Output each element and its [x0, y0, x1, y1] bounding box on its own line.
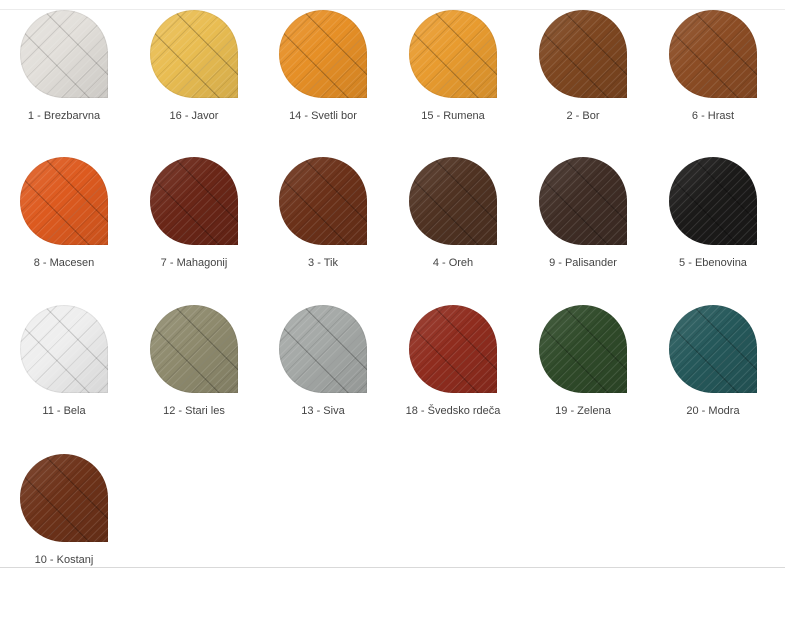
swatch-color-sample — [409, 305, 497, 393]
color-swatch[interactable]: 12 - Stari les — [130, 305, 260, 425]
wood-grain-texture — [539, 10, 627, 98]
color-swatch[interactable]: 10 - Kostanj — [0, 454, 130, 574]
wood-grain-texture — [669, 305, 757, 393]
wood-grain-texture — [409, 10, 497, 98]
swatch-label: 18 - Švedsko rdeča — [405, 405, 501, 417]
swatch-label: 16 - Javor — [169, 110, 219, 122]
wood-grain-texture — [20, 10, 108, 98]
wood-grain-texture — [279, 157, 367, 245]
swatch-label: 9 - Palisander — [549, 257, 617, 269]
color-swatch[interactable]: 18 - Švedsko rdeča — [389, 305, 519, 425]
swatch-label: 10 - Kostanj — [34, 554, 94, 566]
swatch-label: 5 - Ebenovina — [679, 257, 747, 269]
color-swatch[interactable]: 15 - Rumena — [389, 10, 519, 130]
color-swatch[interactable]: 19 - Zelena — [519, 305, 649, 425]
color-swatch[interactable]: 16 - Javor — [130, 10, 260, 130]
wood-grain-texture — [539, 157, 627, 245]
wood-grain-texture — [20, 157, 108, 245]
swatch-color-sample — [279, 157, 367, 245]
swatch-label: 2 - Bor — [566, 110, 600, 122]
swatch-label: 14 - Svetli bor — [289, 110, 357, 122]
swatch-color-sample — [669, 305, 757, 393]
swatch-color-sample — [279, 10, 367, 98]
color-swatch[interactable]: 8 - Macesen — [0, 157, 130, 277]
color-swatch[interactable]: 5 - Ebenovina — [649, 157, 779, 277]
swatch-color-sample — [409, 157, 497, 245]
color-swatch[interactable]: 1 - Brezbarvna — [0, 10, 130, 130]
swatch-color-sample — [20, 305, 108, 393]
page: 1 - Brezbarvna 16 - Javor 14 - Svetli bor 1… — [0, 0, 785, 617]
wood-grain-texture — [150, 305, 238, 393]
swatch-color-sample — [20, 157, 108, 245]
swatch-color-sample — [150, 305, 238, 393]
wood-grain-texture — [150, 10, 238, 98]
color-swatch[interactable]: 3 - Tik — [259, 157, 389, 277]
swatch-label: 11 - Bela — [42, 405, 86, 417]
swatch-color-sample — [539, 305, 627, 393]
wood-grain-texture — [20, 305, 108, 393]
swatch-label: 13 - Siva — [301, 405, 345, 417]
color-swatch[interactable]: 7 - Mahagonij — [130, 157, 260, 277]
color-swatch[interactable]: 4 - Oreh — [389, 157, 519, 277]
color-swatch[interactable]: 13 - Siva — [259, 305, 389, 425]
swatch-label: 8 - Macesen — [33, 257, 95, 269]
wood-grain-texture — [20, 454, 108, 542]
swatch-label: 1 - Brezbarvna — [27, 110, 101, 122]
color-swatch[interactable]: 9 - Palisander — [519, 157, 649, 277]
color-swatch[interactable]: 6 - Hrast — [649, 10, 779, 130]
color-swatch[interactable]: 20 - Modra — [649, 305, 779, 425]
color-swatch[interactable]: 14 - Svetli bor — [259, 10, 389, 130]
wood-grain-texture — [279, 305, 367, 393]
swatch-label: 7 - Mahagonij — [160, 257, 228, 269]
swatch-color-sample — [150, 10, 238, 98]
swatch-color-sample — [539, 10, 627, 98]
color-swatch[interactable]: 11 - Bela — [0, 305, 130, 425]
swatch-label: 6 - Hrast — [691, 110, 735, 122]
wood-grain-texture — [409, 305, 497, 393]
swatch-label: 20 - Modra — [686, 405, 740, 417]
wood-grain-texture — [409, 157, 497, 245]
wood-grain-texture — [669, 157, 757, 245]
swatch-label: 4 - Oreh — [432, 257, 474, 269]
swatch-color-sample — [279, 305, 367, 393]
swatch-color-sample — [20, 454, 108, 542]
swatch-label: 15 - Rumena — [421, 110, 485, 122]
bottom-divider — [0, 567, 785, 568]
swatch-label: 3 - Tik — [308, 257, 338, 269]
swatch-color-sample — [539, 157, 627, 245]
color-swatch-grid: 1 - Brezbarvna 16 - Javor 14 - Svetli bor 1… — [0, 0, 785, 570]
swatch-color-sample — [409, 10, 497, 98]
swatch-color-sample — [669, 157, 757, 245]
color-swatch[interactable]: 2 - Bor — [519, 10, 649, 130]
swatch-label: 19 - Zelena — [555, 405, 611, 417]
swatch-color-sample — [20, 10, 108, 98]
swatch-color-sample — [150, 157, 238, 245]
wood-grain-texture — [279, 10, 367, 98]
wood-grain-texture — [539, 305, 627, 393]
swatch-label: 12 - Stari les — [163, 405, 225, 417]
wood-grain-texture — [150, 157, 238, 245]
swatch-color-sample — [669, 10, 757, 98]
wood-grain-texture — [669, 10, 757, 98]
